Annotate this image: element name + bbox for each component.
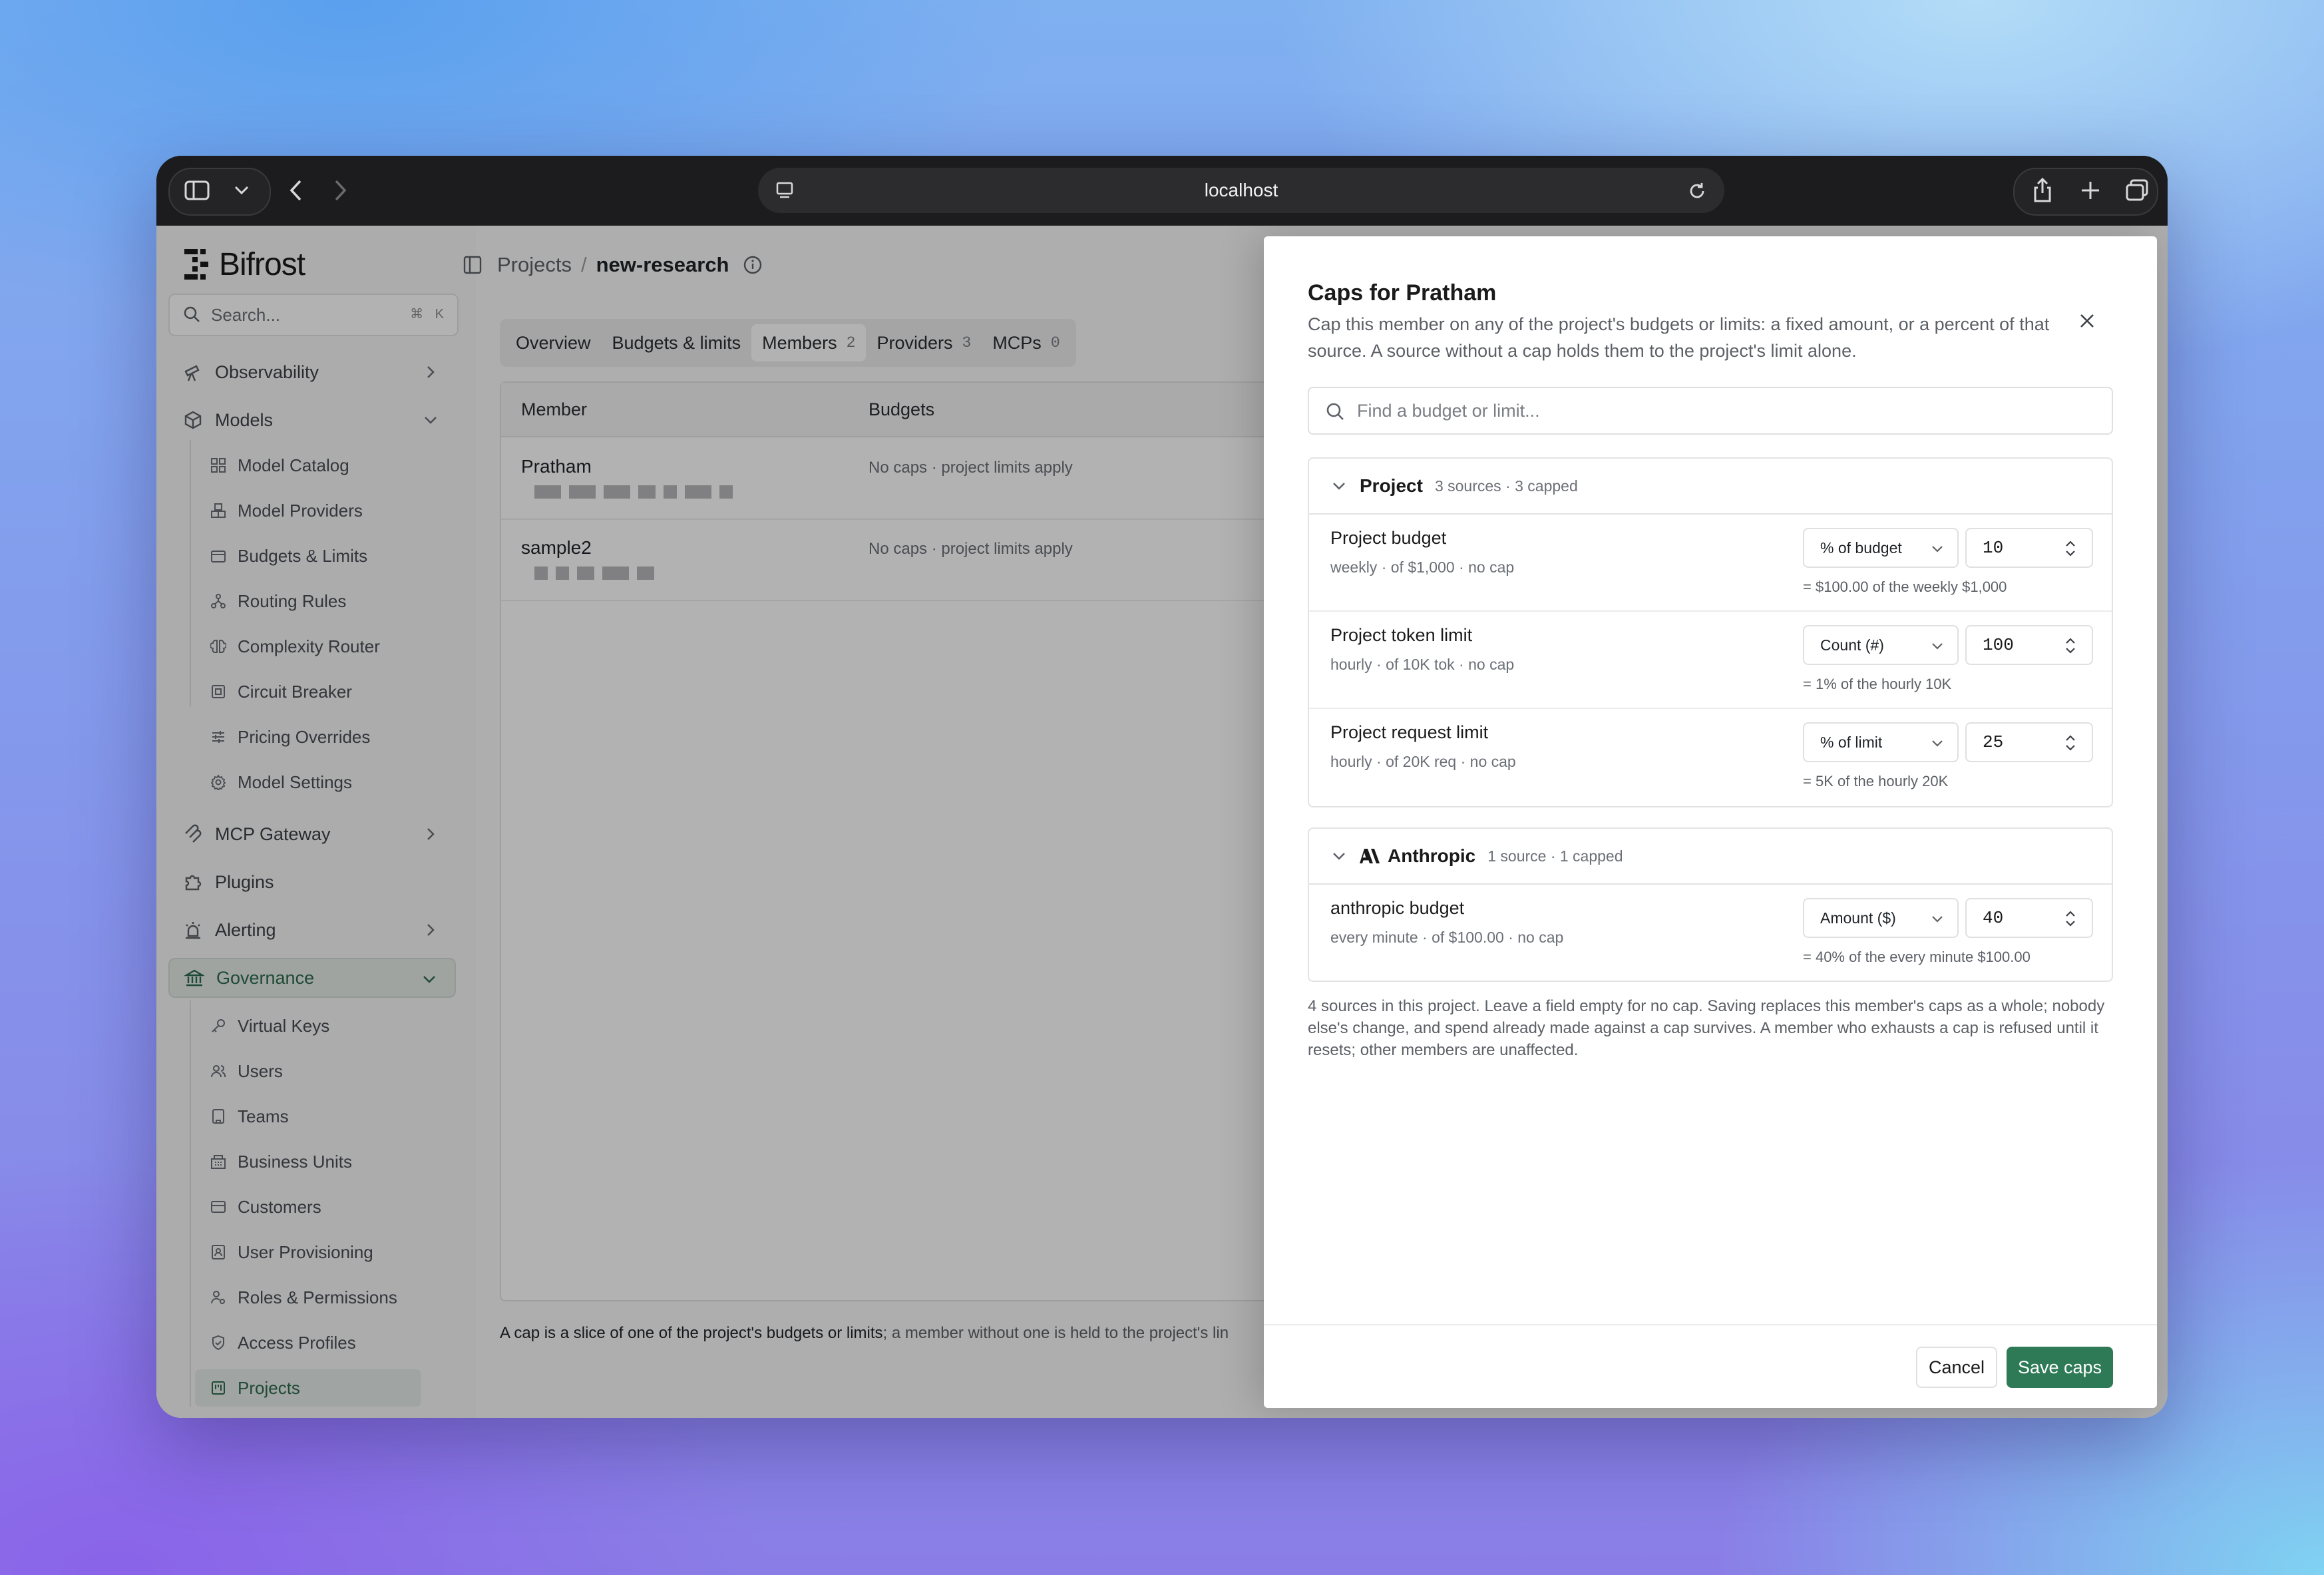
group-meta: 3 sources · 3 capped <box>1434 477 1578 495</box>
cap-value-input[interactable]: 25 <box>1965 722 2093 762</box>
dialog-title: Caps for Pratham <box>1308 280 1497 306</box>
sidebar-toggle-icon[interactable] <box>184 180 210 201</box>
group-name: Anthropic <box>1388 845 1476 866</box>
cap-hint: = 40% of the every minute $100.00 <box>1803 949 2031 965</box>
stepper-icon[interactable] <box>2064 733 2077 753</box>
cap-hint: = 1% of the hourly 10K <box>1803 676 1952 692</box>
group-anthropic: Anthropic 1 source · 1 capped anthropic … <box>1308 827 2113 982</box>
url-text: localhost <box>1204 180 1278 200</box>
source-details: every minute · of $100.00 · no cap <box>1330 929 1564 946</box>
back-icon[interactable] <box>288 178 304 202</box>
tab-overview-icon[interactable] <box>2125 178 2149 202</box>
browser-window: localhost Bifrost Search... ⌘ K Observab… <box>156 156 2168 1418</box>
reload-icon[interactable] <box>1687 181 1707 201</box>
source-details: weekly · of $1,000 · no cap <box>1330 559 1515 576</box>
app: Bifrost Search... ⌘ K Observability Mode… <box>156 226 2168 1418</box>
chevron-down-icon <box>1333 853 1345 860</box>
cap-hint: = $100.00 of the weekly $1,000 <box>1803 578 2007 595</box>
source-name: Project budget <box>1330 528 1447 548</box>
source-row: Project request limit hourly · of 20K re… <box>1309 708 2112 805</box>
cap-hint: = 5K of the hourly 20K <box>1803 773 1949 789</box>
cap-value-input[interactable]: 40 <box>1965 898 2093 938</box>
chevron-down-icon <box>1333 483 1345 490</box>
cap-value-input[interactable]: 100 <box>1965 625 2093 665</box>
dialog-description: Cap this member on any of the project's … <box>1308 314 2050 361</box>
chevron-down-icon <box>1932 546 1943 553</box>
cap-mode-select[interactable]: % of budget <box>1803 528 1959 568</box>
source-name: Project token limit <box>1330 625 1473 645</box>
group-header[interactable]: Project 3 sources · 3 capped <box>1309 459 2112 515</box>
source-name: Project request limit <box>1330 722 1489 742</box>
share-icon[interactable] <box>2032 177 2053 204</box>
chevron-down-icon <box>1932 916 1943 923</box>
forward-icon[interactable] <box>332 178 348 202</box>
search-icon <box>1326 403 1344 420</box>
new-tab-icon[interactable] <box>2080 180 2101 201</box>
sidebar-toggle-group[interactable] <box>168 168 271 216</box>
cancel-button[interactable]: Cancel <box>1916 1347 1997 1388</box>
save-caps-button[interactable]: Save caps <box>2007 1347 2113 1388</box>
close-icon[interactable] <box>2078 312 2096 330</box>
stepper-icon[interactable] <box>2064 909 2077 929</box>
chevron-down-icon <box>1932 643 1943 650</box>
chevron-down-icon <box>1932 740 1943 747</box>
cap-mode-select[interactable]: Amount ($) <box>1803 898 1959 938</box>
window-actions <box>2013 168 2158 216</box>
source-row: Project budget weekly · of $1,000 · no c… <box>1309 513 2112 612</box>
nav-buttons <box>268 168 365 213</box>
browser-toolbar: localhost <box>156 156 2168 226</box>
dialog-note: 4 sources in this project. Leave a field… <box>1308 997 2105 1059</box>
search-placeholder: Find a budget or limit... <box>1357 401 1540 421</box>
cap-mode-select[interactable]: Count (#) <box>1803 625 1959 665</box>
group-project: Project 3 sources · 3 capped Project bud… <box>1308 457 2113 807</box>
cap-value-input[interactable]: 10 <box>1965 528 2093 568</box>
group-meta: 1 source · 1 capped <box>1487 847 1623 865</box>
chevron-down-icon[interactable] <box>234 185 250 196</box>
stepper-icon[interactable] <box>2064 636 2077 656</box>
source-search-input[interactable]: Find a budget or limit... <box>1308 387 2113 435</box>
stepper-icon[interactable] <box>2064 539 2077 559</box>
source-name: anthropic budget <box>1330 898 1465 918</box>
caps-dialog: Caps for Pratham Cap this member on any … <box>1264 236 2157 1408</box>
address-bar[interactable]: localhost <box>758 168 1724 213</box>
anthropic-logo-icon <box>1360 849 1380 863</box>
group-header[interactable]: Anthropic 1 source · 1 capped <box>1309 829 2112 885</box>
cap-mode-select[interactable]: % of limit <box>1803 722 1959 762</box>
source-details: hourly · of 20K req · no cap <box>1330 753 1516 770</box>
group-name: Project <box>1360 475 1423 496</box>
source-row: anthropic budget every minute · of $100.… <box>1309 883 2112 981</box>
source-row: Project token limit hourly · of 10K tok … <box>1309 610 2112 709</box>
source-details: hourly · of 10K tok · no cap <box>1330 656 1515 673</box>
dialog-footer-divider <box>1264 1324 2157 1325</box>
